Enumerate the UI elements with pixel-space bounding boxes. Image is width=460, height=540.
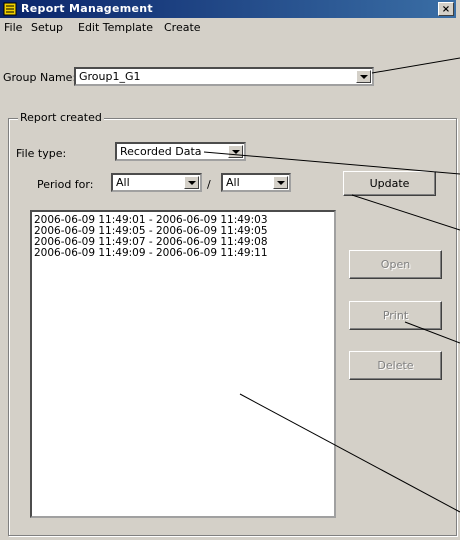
callout-line-file-type bbox=[203, 151, 460, 175]
callout-line-update bbox=[351, 194, 460, 231]
callout-line-group-name bbox=[371, 57, 460, 74]
callout-lines bbox=[203, 57, 460, 513]
callout-line-print bbox=[404, 321, 460, 344]
callout-line-list bbox=[239, 393, 460, 513]
report-management-window: Report Management × File Setup Edit Temp… bbox=[0, 0, 460, 540]
